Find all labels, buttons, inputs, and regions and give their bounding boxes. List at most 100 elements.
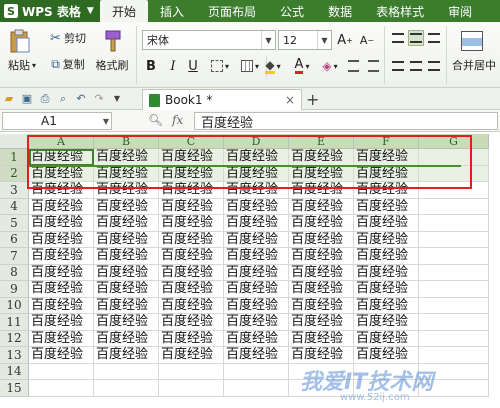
table-cell[interactable] <box>419 264 489 281</box>
table-cell[interactable]: 百度经验 <box>29 231 94 248</box>
table-cell[interactable]: 百度经验 <box>354 149 419 166</box>
table-cell[interactable]: 百度经验 <box>94 330 159 347</box>
font-color-button[interactable]: A ▾ <box>288 56 316 76</box>
column-header[interactable]: E <box>289 134 354 149</box>
table-cell[interactable]: 百度经验 <box>159 165 224 182</box>
formula-input[interactable]: 百度经验 <box>194 112 498 131</box>
table-cell[interactable]: 百度经验 <box>159 314 224 331</box>
table-cell[interactable]: 百度经验 <box>159 281 224 298</box>
table-cell[interactable]: 百度经验 <box>224 264 289 281</box>
italic-button[interactable]: I <box>164 56 182 76</box>
table-cell[interactable] <box>94 363 159 380</box>
row-header[interactable]: 12 <box>0 330 29 347</box>
table-cell[interactable]: 百度经验 <box>94 198 159 215</box>
table-cell[interactable]: 百度经验 <box>29 264 94 281</box>
chevron-down-icon[interactable]: ▼ <box>108 90 126 108</box>
format-painter-button[interactable]: 格式刷 <box>92 58 132 72</box>
table-cell[interactable] <box>419 149 489 166</box>
table-cell[interactable] <box>419 314 489 331</box>
table-cell[interactable]: 百度经验 <box>94 165 159 182</box>
brush-icon[interactable] <box>96 26 130 56</box>
merge-cells-icon[interactable] <box>458 28 486 54</box>
column-header[interactable]: G <box>419 134 489 149</box>
table-cell[interactable]: 百度经验 <box>159 347 224 364</box>
table-cell[interactable] <box>224 363 289 380</box>
table-cell[interactable]: 百度经验 <box>289 215 354 232</box>
table-cell[interactable]: 百度经验 <box>29 248 94 265</box>
table-cell[interactable]: 百度经验 <box>289 330 354 347</box>
table-cell[interactable] <box>94 380 159 397</box>
table-cell[interactable]: 百度经验 <box>94 182 159 199</box>
font-name-select[interactable]: 宋体 ▼ <box>142 30 276 50</box>
table-cell[interactable] <box>29 363 94 380</box>
copy-button[interactable]: ⧉ 复制 <box>44 56 92 72</box>
cut-button[interactable]: ✂ 剪切 <box>44 30 92 46</box>
table-cell[interactable]: 百度经验 <box>354 215 419 232</box>
table-cell[interactable]: 百度经验 <box>354 231 419 248</box>
column-header[interactable]: F <box>354 134 419 149</box>
align-center-icon[interactable] <box>408 58 424 74</box>
table-cell[interactable]: 百度经验 <box>94 314 159 331</box>
table-cell[interactable]: 百度经验 <box>289 149 354 166</box>
column-header[interactable]: C <box>159 134 224 149</box>
table-cell[interactable]: 百度经验 <box>224 330 289 347</box>
function-icon[interactable]: fx <box>172 113 183 127</box>
zoom-icon[interactable]: 🔍︎ <box>148 113 163 127</box>
table-cell[interactable]: 百度经验 <box>289 182 354 199</box>
table-cell[interactable]: 百度经验 <box>224 314 289 331</box>
table-cell[interactable] <box>224 380 289 397</box>
row-header[interactable]: 14 <box>0 363 29 380</box>
merge-center-button[interactable]: 合并居中 <box>448 58 500 72</box>
table-cell[interactable]: 百度经验 <box>354 165 419 182</box>
increase-font-icon[interactable]: A + <box>336 30 354 50</box>
table-cell[interactable]: 百度经验 <box>29 281 94 298</box>
table-cell[interactable]: 百度经验 <box>94 231 159 248</box>
row-header[interactable]: 1 <box>0 149 29 166</box>
table-cell[interactable]: 百度经验 <box>224 198 289 215</box>
row-header[interactable]: 8 <box>0 264 29 281</box>
table-cell[interactable]: 百度经验 <box>29 347 94 364</box>
tab-book1[interactable]: Book1 * × <box>142 89 302 110</box>
table-cell[interactable]: 百度经验 <box>94 248 159 265</box>
table-cell[interactable]: 百度经验 <box>289 347 354 364</box>
align-middle-icon[interactable] <box>408 30 424 46</box>
table-cell[interactable]: 百度经验 <box>289 231 354 248</box>
table-cell[interactable]: 百度经验 <box>224 347 289 364</box>
table-cell[interactable]: 百度经验 <box>29 297 94 314</box>
clear-format-button[interactable]: ◈ ▾ <box>316 56 344 76</box>
table-cell[interactable]: 百度经验 <box>224 297 289 314</box>
table-cell[interactable]: 百度经验 <box>354 347 419 364</box>
menu-item[interactable]: 开始 <box>100 0 149 22</box>
row-header[interactable]: 13 <box>0 347 29 364</box>
row-header[interactable]: 5 <box>0 215 29 232</box>
folder-icon[interactable]: ▰ <box>0 90 18 108</box>
table-cell[interactable]: 百度经验 <box>289 281 354 298</box>
table-cell[interactable]: 百度经验 <box>224 165 289 182</box>
table-cell[interactable]: 百度经验 <box>159 330 224 347</box>
table-cell[interactable]: 百度经验 <box>159 297 224 314</box>
font-size-select[interactable]: 12 ▼ <box>278 30 332 50</box>
align-left-icon[interactable] <box>390 58 406 74</box>
print-icon[interactable]: ⎙ <box>36 90 54 108</box>
table-cell[interactable]: 百度经验 <box>94 281 159 298</box>
table-cell[interactable] <box>419 198 489 215</box>
menu-item[interactable]: 表格样式 <box>364 0 436 22</box>
table-cell[interactable]: 百度经验 <box>354 198 419 215</box>
table-cell[interactable]: 百度经验 <box>29 198 94 215</box>
select-all-corner[interactable] <box>0 134 29 149</box>
row-header[interactable]: 9 <box>0 281 29 298</box>
table-cell[interactable]: 百度经验 <box>29 215 94 232</box>
table-cell[interactable] <box>419 297 489 314</box>
border-button[interactable]: ▾ <box>206 56 234 76</box>
table-cell[interactable]: 百度经验 <box>354 297 419 314</box>
table-cell[interactable]: 百度经验 <box>289 198 354 215</box>
fill-color-button[interactable]: ◆ ▾ <box>258 56 288 76</box>
align-right-icon[interactable] <box>426 58 442 74</box>
table-cell[interactable]: 百度经验 <box>29 314 94 331</box>
table-cell[interactable]: 百度经验 <box>159 264 224 281</box>
row-header[interactable]: 4 <box>0 198 29 215</box>
row-header[interactable]: 10 <box>0 297 29 314</box>
table-cell[interactable]: 百度经验 <box>29 149 94 166</box>
table-cell[interactable]: 百度经验 <box>354 330 419 347</box>
decrease-font-icon[interactable]: A − <box>358 30 376 50</box>
